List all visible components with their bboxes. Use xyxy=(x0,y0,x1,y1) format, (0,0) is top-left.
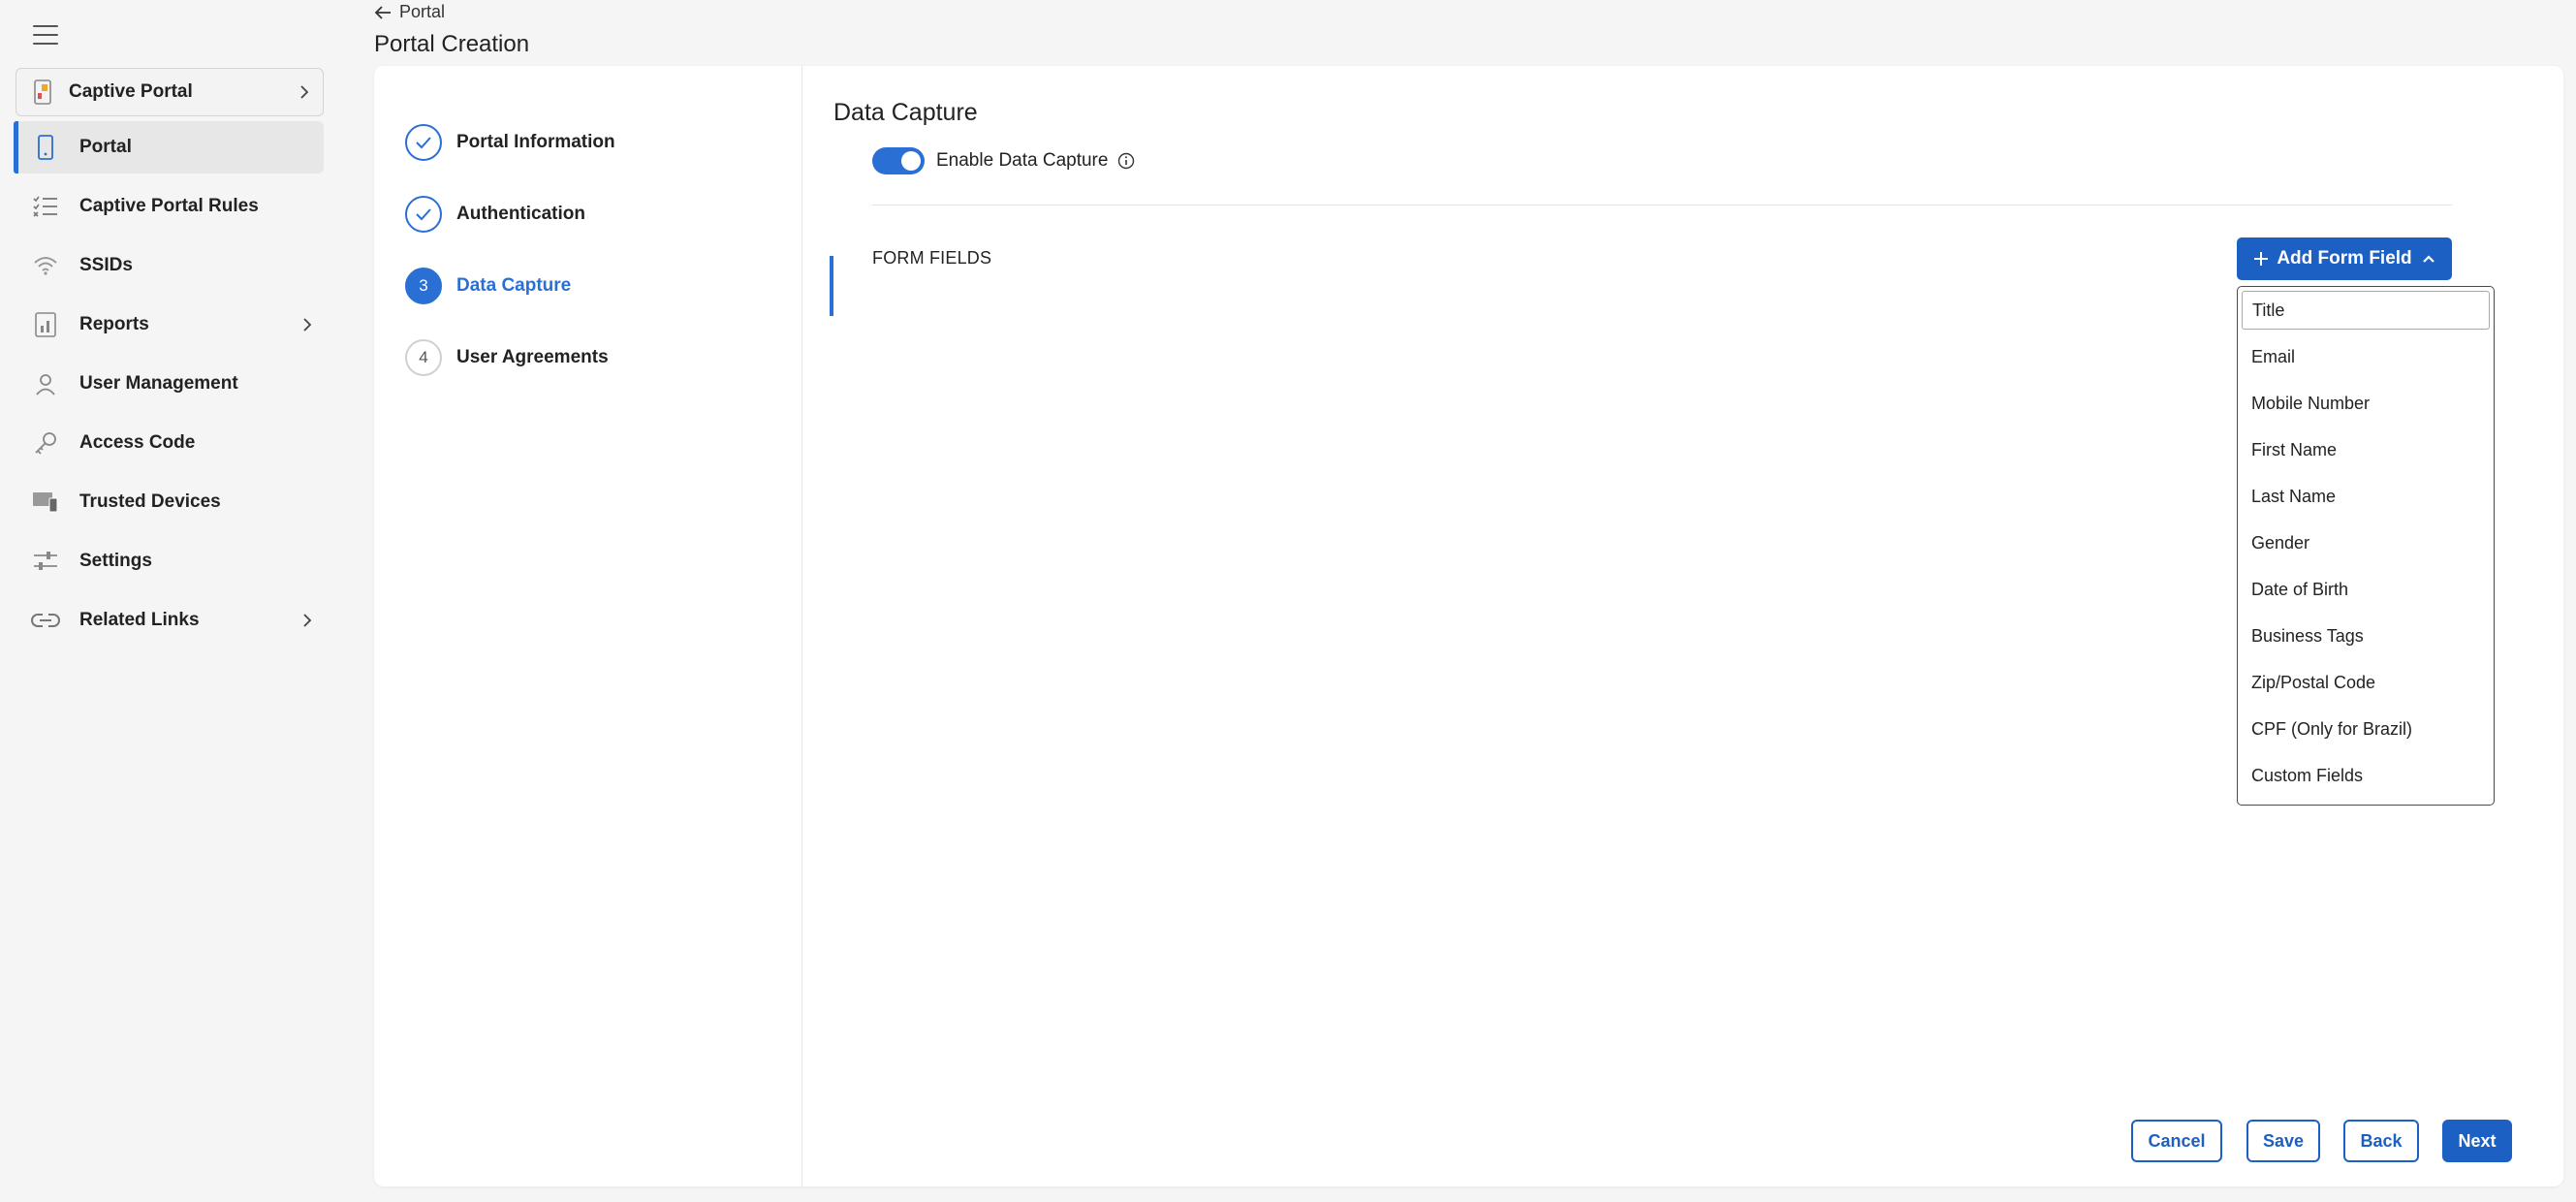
dropdown-option-gender[interactable]: Gender xyxy=(2242,520,2490,566)
sidebar-item-captive-portal-rules[interactable]: Captive Portal Rules xyxy=(14,180,324,233)
captive-portal-icon xyxy=(30,78,55,107)
sidebar-item-label: Access Code xyxy=(79,432,196,453)
sidebar-item-settings[interactable]: Settings xyxy=(14,535,324,587)
sidebar-item-label: User Management xyxy=(79,373,238,394)
back-link-label: Portal xyxy=(399,2,446,21)
dropdown-option-date-of-birth[interactable]: Date of Birth xyxy=(2242,566,2490,613)
plus-icon xyxy=(2253,251,2269,267)
sidebar-nav: Portal Captive Portal Rules SSIDs Report… xyxy=(14,121,324,653)
sidebar-item-label: Reports xyxy=(79,314,149,334)
user-icon xyxy=(31,369,60,398)
save-button[interactable]: Save xyxy=(2246,1120,2320,1162)
add-form-field-button[interactable]: Add Form Field xyxy=(2237,237,2452,280)
step-authentication[interactable]: Authentication xyxy=(405,178,801,250)
sidebar-item-portal[interactable]: Portal xyxy=(14,121,324,174)
portal-creation-card: Portal Information Authentication 3 Data… xyxy=(374,66,2563,1186)
chevron-up-icon xyxy=(2422,254,2435,264)
sidebar-item-label: Related Links xyxy=(79,610,200,630)
product-switcher-label: Captive Portal xyxy=(69,81,193,102)
key-icon xyxy=(31,428,60,458)
step-number: 4 xyxy=(405,339,442,376)
devices-icon xyxy=(31,488,60,517)
step-label: Portal Information xyxy=(456,132,615,152)
sidebar-item-related-links[interactable]: Related Links xyxy=(14,594,324,647)
chevron-right-icon xyxy=(298,85,311,99)
dropdown-option-zip-postal-code[interactable]: Zip/Postal Code xyxy=(2242,659,2490,706)
form-fields-label: FORM FIELDS xyxy=(872,248,992,268)
step-portal-information[interactable]: Portal Information xyxy=(405,107,801,178)
step-user-agreements[interactable]: 4 User Agreements xyxy=(405,322,801,394)
check-icon xyxy=(405,196,442,233)
mobile-icon xyxy=(31,133,60,162)
dropdown-option-business-tags[interactable]: Business Tags xyxy=(2242,613,2490,659)
enable-data-capture-toggle[interactable] xyxy=(872,147,925,174)
wifi-icon xyxy=(31,251,60,280)
report-icon xyxy=(31,310,60,339)
sliders-icon xyxy=(31,547,60,576)
chevron-right-icon xyxy=(300,318,314,332)
step-data-capture[interactable]: 3 Data Capture xyxy=(405,250,833,322)
sidebar-item-user-management[interactable]: User Management xyxy=(14,358,324,410)
sidebar-item-label: Trusted Devices xyxy=(79,491,221,512)
next-button[interactable]: Next xyxy=(2442,1120,2512,1162)
sidebar: Captive Portal Portal Captive Portal Rul… xyxy=(0,0,334,1202)
wizard-steps: Portal Information Authentication 3 Data… xyxy=(405,107,833,394)
dropdown-option-last-name[interactable]: Last Name xyxy=(2242,473,2490,520)
step-number: 3 xyxy=(405,268,442,304)
back-button[interactable]: Back xyxy=(2343,1120,2419,1162)
horizontal-divider xyxy=(872,205,2452,206)
dropdown-option-mobile-number[interactable]: Mobile Number xyxy=(2242,380,2490,427)
dropdown-option-custom-fields[interactable]: Custom Fields xyxy=(2242,752,2490,799)
sidebar-item-access-code[interactable]: Access Code xyxy=(14,417,324,469)
sidebar-item-label: Portal xyxy=(79,137,132,157)
dropdown-option-email[interactable]: Email xyxy=(2242,333,2490,380)
section-title: Data Capture xyxy=(833,99,978,126)
sidebar-item-label: Captive Portal Rules xyxy=(79,196,259,216)
dropdown-option-first-name[interactable]: First Name xyxy=(2242,427,2490,473)
enable-data-capture-row: Enable Data Capture xyxy=(872,147,1135,174)
dropdown-option-cpf[interactable]: CPF (Only for Brazil) xyxy=(2242,706,2490,752)
sidebar-item-label: SSIDs xyxy=(79,255,133,275)
sidebar-item-ssids[interactable]: SSIDs xyxy=(14,239,324,292)
link-icon xyxy=(31,606,60,635)
step-label: User Agreements xyxy=(456,347,609,367)
sidebar-item-reports[interactable]: Reports xyxy=(14,299,324,351)
check-icon xyxy=(405,124,442,161)
checklist-icon xyxy=(31,192,60,221)
sidebar-item-trusted-devices[interactable]: Trusted Devices xyxy=(14,476,324,528)
step-label: Authentication xyxy=(456,204,585,224)
sidebar-item-label: Settings xyxy=(79,551,152,571)
form-field-dropdown: Title Email Mobile Number First Name Las… xyxy=(2237,286,2495,806)
dropdown-option-title[interactable]: Title xyxy=(2242,291,2490,330)
info-icon[interactable] xyxy=(1117,152,1135,170)
product-switcher[interactable]: Captive Portal xyxy=(16,68,324,116)
step-label: Data Capture xyxy=(456,275,572,296)
page-title: Portal Creation xyxy=(374,31,530,57)
vertical-divider xyxy=(801,66,802,1186)
toggle-label: Enable Data Capture xyxy=(936,150,1109,171)
cancel-button[interactable]: Cancel xyxy=(2131,1120,2222,1162)
hamburger-menu-icon[interactable] xyxy=(33,25,58,45)
arrow-left-icon xyxy=(374,5,392,20)
back-to-portal-link[interactable]: Portal xyxy=(374,2,445,22)
chevron-right-icon xyxy=(300,614,314,627)
add-form-field-label: Add Form Field xyxy=(2277,248,2412,269)
